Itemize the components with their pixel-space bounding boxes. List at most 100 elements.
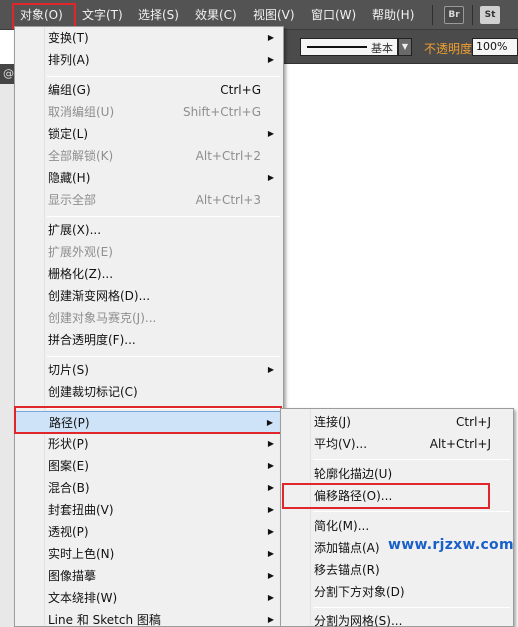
menu-type[interactable]: 文字(T) — [82, 6, 123, 24]
menu-item-shortcut: Shift+Ctrl+G — [182, 105, 261, 119]
bridge-icon[interactable]: Br — [444, 6, 464, 24]
submenu-arrow-icon: ▶ — [266, 418, 273, 427]
menu-item-label: 简化(M)... — [314, 519, 370, 533]
submenu-arrow-icon: ▶ — [267, 549, 274, 558]
opacity-input[interactable]: 100% — [472, 38, 518, 56]
menu-item-label: 创建对象马赛克(J)... — [48, 311, 157, 325]
submenu-arrow-icon: ▶ — [267, 505, 274, 514]
menu-item-label: 图案(E) — [48, 459, 89, 473]
menu-divider — [47, 356, 280, 357]
menu-help[interactable]: 帮助(H) — [372, 6, 414, 24]
menu-item-rasterize[interactable]: 栅格化(Z)... — [15, 263, 283, 285]
menu-item-shortcut: Alt+Ctrl+3 — [195, 193, 261, 207]
menu-item-label: 连接(J) — [314, 415, 351, 429]
stroke-style-label: 基本 — [371, 42, 393, 55]
control-bar: 基本 ▼ 不透明度： 100% — [284, 30, 518, 64]
submenu-arrow-icon: ▶ — [267, 571, 274, 580]
menu-item-expand[interactable]: 扩展(X)... — [15, 219, 283, 241]
menu-item-label: 实时上色(N) — [48, 547, 115, 561]
menu-item-transform[interactable]: 变换(T) ▶ — [15, 27, 283, 49]
menu-item-slice[interactable]: 切片(S) ▶ — [15, 359, 283, 381]
menu-item-label: 分割下方对象(D) — [314, 585, 405, 599]
menu-item-label: 切片(S) — [48, 363, 89, 377]
menu-divider — [47, 408, 280, 409]
document-tab-symbol: @ — [3, 67, 14, 80]
menu-view[interactable]: 视图(V) — [253, 6, 295, 24]
menu-item-text-wrap[interactable]: 文本绕排(W) ▶ — [15, 587, 283, 609]
menubar-divider — [432, 5, 433, 25]
menu-select[interactable]: 选择(S) — [138, 6, 179, 24]
menu-item-envelope-distort[interactable]: 封套扭曲(V) ▶ — [15, 499, 283, 521]
submenu-arrow-icon: ▶ — [267, 365, 274, 374]
menu-item-shape[interactable]: 形状(P) ▶ — [15, 433, 283, 455]
menu-item-label: 隐藏(H) — [48, 171, 91, 185]
menu-item-expand-appearance: 扩展外观(E) — [15, 241, 283, 263]
menu-object[interactable]: 对象(O) — [20, 6, 63, 24]
stroke-dropdown-button[interactable]: ▼ — [398, 38, 412, 56]
menu-item-join[interactable]: 连接(J) Ctrl+J — [281, 411, 513, 433]
menu-item-label: 显示全部 — [48, 193, 97, 207]
menu-item-label: 透视(P) — [48, 525, 89, 539]
pasteboard — [0, 84, 14, 627]
menu-item-blend[interactable]: 混合(B) ▶ — [15, 477, 283, 499]
submenu-arrow-icon: ▶ — [267, 615, 274, 624]
menu-item-offset-path[interactable]: 偏移路径(O)... — [281, 485, 513, 507]
menu-item-label: 路径(P) — [49, 416, 90, 430]
menu-item-create-object-mosaic: 创建对象马赛克(J)... — [15, 307, 283, 329]
menu-item-label: 偏移路径(O)... — [314, 489, 393, 503]
menu-item-label: 栅格化(Z)... — [48, 267, 114, 281]
menu-item-label: 平均(V)... — [314, 437, 368, 451]
menu-item-shortcut: Ctrl+J — [456, 415, 491, 429]
menu-divider — [313, 607, 510, 608]
menu-item-create-gradient-mesh[interactable]: 创建渐变网格(D)... — [15, 285, 283, 307]
menu-item-arrange[interactable]: 排列(A) ▶ — [15, 49, 283, 71]
menu-item-label: 扩展(X)... — [48, 223, 102, 237]
menu-item-simplify[interactable]: 简化(M)... — [281, 515, 513, 537]
menu-item-split-into-grid[interactable]: 分割为网格(S)... — [281, 610, 513, 627]
document-tab[interactable]: @ — [0, 64, 14, 84]
menu-divider — [313, 459, 510, 460]
menu-item-unlock-all: 全部解锁(K) Alt+Ctrl+2 — [15, 145, 283, 167]
menu-item-label: 创建渐变网格(D)... — [48, 289, 151, 303]
menu-item-line-and-sketch[interactable]: Line 和 Sketch 图稿 ▶ — [15, 609, 283, 627]
menu-item-label: 移去锚点(R) — [314, 563, 380, 577]
menu-divider — [313, 511, 510, 512]
menu-item-path[interactable]: 路径(P) ▶ — [15, 411, 283, 433]
menu-item-label: 分割为网格(S)... — [314, 614, 403, 627]
menu-item-image-trace[interactable]: 图像描摹 ▶ — [15, 565, 283, 587]
path-submenu: 连接(J) Ctrl+J 平均(V)... Alt+Ctrl+J 轮廓化描边(U) … — [280, 408, 514, 627]
menu-window[interactable]: 窗口(W) — [311, 6, 356, 24]
submenu-arrow-icon: ▶ — [267, 483, 274, 492]
menu-item-show-all: 显示全部 Alt+Ctrl+3 — [15, 189, 283, 211]
menu-item-live-paint[interactable]: 实时上色(N) ▶ — [15, 543, 283, 565]
menu-item-flatten-transparency[interactable]: 拼合透明度(F)... — [15, 329, 283, 351]
submenu-arrow-icon: ▶ — [267, 55, 274, 64]
menu-item-create-trim-marks[interactable]: 创建裁切标记(C) — [15, 381, 283, 403]
menu-item-label: 添加锚点(A) — [314, 541, 380, 555]
menu-item-label: 图像描摹 — [48, 569, 97, 583]
menu-item-shortcut: Alt+Ctrl+2 — [195, 149, 261, 163]
menu-item-pattern[interactable]: 图案(E) ▶ — [15, 455, 283, 477]
menu-item-label: 编组(G) — [48, 83, 91, 97]
menu-divider — [47, 216, 280, 217]
menu-item-outline-stroke[interactable]: 轮廓化描边(U) — [281, 463, 513, 485]
menu-effect[interactable]: 效果(C) — [195, 6, 237, 24]
submenu-arrow-icon: ▶ — [267, 593, 274, 602]
menu-item-ungroup: 取消编组(U) Shift+Ctrl+G — [15, 101, 283, 123]
stroke-style-field[interactable]: 基本 — [300, 38, 398, 56]
menu-item-label: 形状(P) — [48, 437, 89, 451]
menu-item-group[interactable]: 编组(G) Ctrl+G — [15, 79, 283, 101]
menu-item-lock[interactable]: 锁定(L) ▶ — [15, 123, 283, 145]
menu-item-remove-anchor-points[interactable]: 移去锚点(R) — [281, 559, 513, 581]
menu-divider — [47, 76, 280, 77]
submenu-arrow-icon: ▶ — [267, 461, 274, 470]
menu-item-label: 文本绕排(W) — [48, 591, 118, 605]
menu-item-divide-objects-below[interactable]: 分割下方对象(D) — [281, 581, 513, 603]
menu-item-label: 创建裁切标记(C) — [48, 385, 138, 399]
menu-item-hide[interactable]: 隐藏(H) ▶ — [15, 167, 283, 189]
stock-icon[interactable]: St — [480, 6, 500, 24]
menu-item-average[interactable]: 平均(V)... Alt+Ctrl+J — [281, 433, 513, 455]
menu-item-label: 扩展外观(E) — [48, 245, 113, 259]
submenu-arrow-icon: ▶ — [267, 439, 274, 448]
menu-item-perspective[interactable]: 透视(P) ▶ — [15, 521, 283, 543]
